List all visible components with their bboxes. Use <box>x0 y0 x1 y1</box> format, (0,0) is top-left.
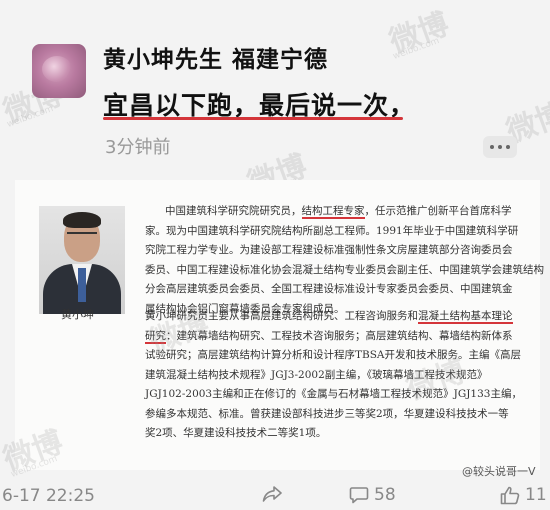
more-options-button[interactable] <box>483 136 517 158</box>
share-button[interactable] <box>262 485 282 503</box>
dot-icon <box>490 145 494 149</box>
portrait-caption: 黄小坤 <box>61 308 94 321</box>
post-author-name[interactable]: 黄小坤先生 福建宁德 <box>103 40 328 74</box>
bio-line: 建筑混凝土结构技术规程》JGJ3-2002副主编，《玻璃幕墙工程技术规范》 <box>145 368 488 381</box>
bio-line: 究院工程力学专业。为建设部工程建设标准强制性条文房屋建筑部分咨询委员会 <box>145 244 513 256</box>
highlight-structural-expert: 结构工程专家 <box>301 205 365 219</box>
source-credit: @较头说哥一V <box>462 465 536 478</box>
bio-line: 奖2项、华夏建设科技技术二等奖1项。 <box>145 427 327 439</box>
bio-line: JGJ102-2003主编和正在修订的《金属与石材幕墙工程技术规范》JGJ133… <box>145 388 522 400</box>
portrait-photo <box>39 206 125 314</box>
bio-line: 中国建筑科学研究院研究员，结构工程专家，任示范推广创新平台首席科学 <box>165 205 512 219</box>
watermark-weibo-url: weibo.com <box>391 35 441 63</box>
embedded-image[interactable]: 黄小坤 中国建筑科学研究院研究员，结构工程专家，任示范推广创新平台首席科学 家。… <box>15 180 544 470</box>
post-timestamp: 3分钟前 <box>105 137 171 158</box>
bio-line: 家。现为中国建筑科学研究院结构所副总工程师。1991年毕业于中国建筑科学研 <box>145 224 519 237</box>
like-count: 11 <box>525 485 547 505</box>
avatar[interactable] <box>32 44 86 98</box>
share-icon <box>262 486 282 502</box>
watermark-weibo-url: weibo.com <box>5 103 55 131</box>
watermark-weibo: 微博 <box>385 6 454 60</box>
bio-paragraph-2: 黄小坤研究员主要从事高层建筑结构研究、工程咨询服务和混凝土结构基本理论 研究：建… <box>145 307 522 444</box>
dot-icon <box>498 145 502 149</box>
highlight-concrete-theory: 混凝土结构基本理论 <box>418 310 513 324</box>
bio-line: 研究：建筑幕墙结构研究、工程技术咨询服务；高层建筑结构、幕墙结构新体系 <box>145 329 513 344</box>
dot-icon <box>506 145 510 149</box>
bio-line: 委员、中国工程建设标准化协会混凝土结构专业委员会副主任、中国建筑学会建筑结构 <box>145 263 544 276</box>
comment-icon <box>349 487 369 504</box>
bio-line: 黄小坤研究员主要从事高层建筑结构研究、工程咨询服务和混凝土结构基本理论 <box>145 310 513 324</box>
bio-line: 试验研究；高层建筑结构计算分析和设计程序TBSA开发和技术服务。主编《高层 <box>145 349 521 361</box>
highlight-research: 研究 <box>145 329 166 344</box>
footer-timestamp: 6-17 22:25 <box>2 486 95 506</box>
comment-count: 58 <box>374 485 396 505</box>
post-text-underline <box>103 117 403 120</box>
thumbs-up-icon <box>500 486 520 504</box>
comment-button[interactable]: 58 <box>349 485 396 505</box>
like-button[interactable]: 11 <box>500 485 547 505</box>
bio-line: 分会高层建筑委员会委员、全国工程建设标准设计专家委员会委员、中国建筑金 <box>145 283 513 295</box>
bio-paragraph-1: 中国建筑科学研究院研究员，结构工程专家，任示范推广创新平台首席科学 家。现为中国… <box>145 202 544 319</box>
bio-line: 参编多本规范、标准。曾获建设部科技进步三等奖2项，华夏建设科技技术一等 <box>145 407 509 420</box>
